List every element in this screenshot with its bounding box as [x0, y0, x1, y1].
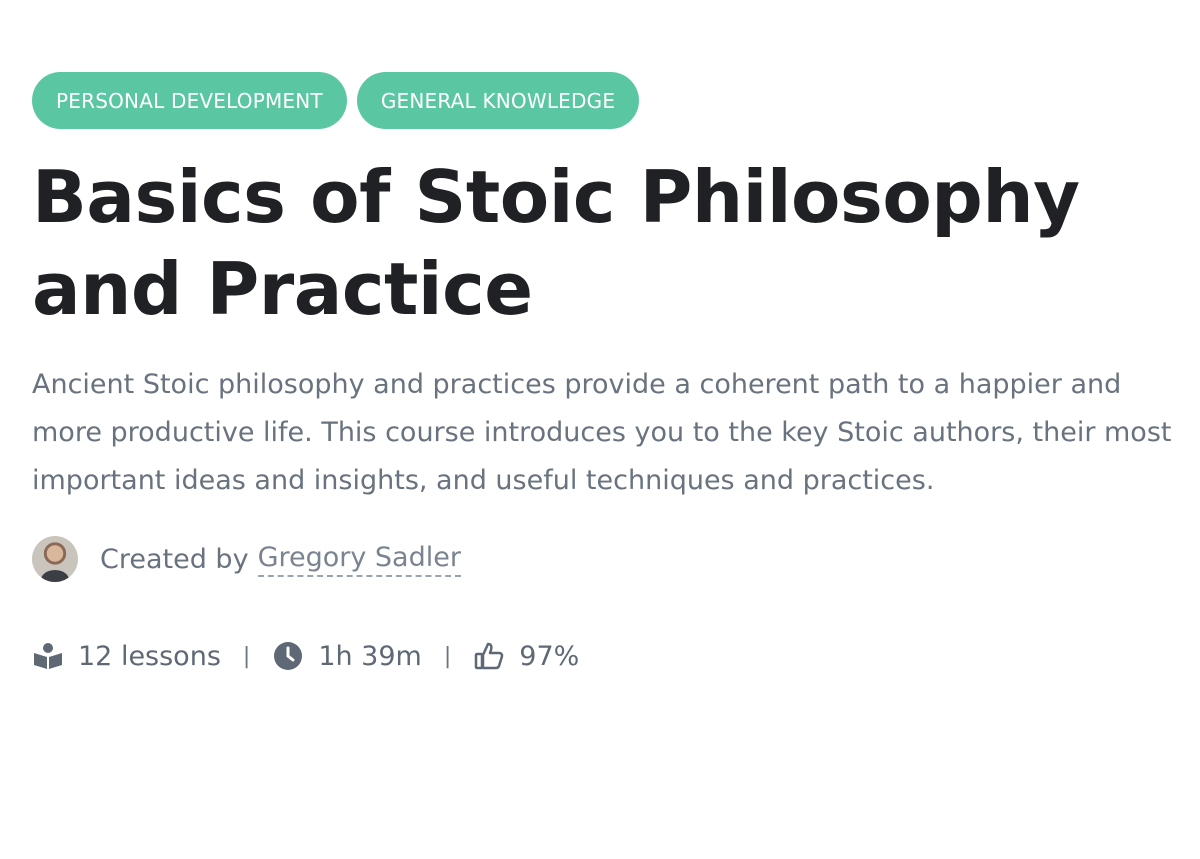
course-duration: 1h 39m — [318, 640, 422, 672]
created-by-label: Created by — [100, 543, 249, 575]
lesson-count: 12 lessons — [78, 640, 221, 672]
course-stats: 12 lessons | 1h 39m | 97% — [32, 636, 1192, 676]
category-tags: PERSONAL DEVELOPMENT GENERAL KNOWLEDGE — [32, 72, 1192, 129]
tag-personal-development[interactable]: PERSONAL DEVELOPMENT — [32, 72, 347, 129]
tag-general-knowledge[interactable]: GENERAL KNOWLEDGE — [356, 72, 640, 129]
book-reader-icon — [32, 640, 64, 672]
divider: | — [242, 643, 251, 669]
course-title: Basics of Stoic Philosophy and Practice — [32, 155, 1080, 331]
approval-rating: 97% — [519, 640, 580, 672]
thumbs-up-icon — [473, 640, 505, 672]
course-header: PERSONAL DEVELOPMENT GENERAL KNOWLEDGE B… — [32, 72, 1192, 676]
divider: | — [443, 643, 452, 669]
author-row: Created by Gregory Sadler — [32, 535, 1192, 583]
author-link[interactable]: Gregory Sadler — [257, 542, 461, 577]
course-description: Ancient Stoic philosophy and practices p… — [32, 369, 1172, 496]
clock-icon — [272, 640, 304, 672]
avatar[interactable] — [32, 536, 78, 582]
